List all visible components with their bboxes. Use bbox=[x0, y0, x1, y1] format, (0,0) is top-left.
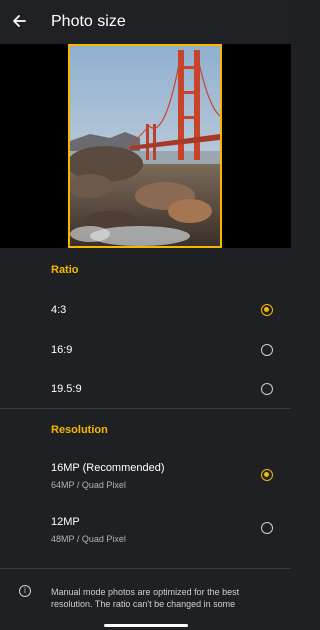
info-text: Manual mode photos are optimized for the… bbox=[51, 587, 240, 609]
radio-button[interactable] bbox=[261, 383, 273, 395]
info-icon: i bbox=[19, 585, 31, 597]
ratio-option-label: 16:9 bbox=[51, 344, 73, 356]
radio-button[interactable] bbox=[261, 522, 273, 534]
resolution-option-12mp[interactable]: 12MP 48MP / Quad Pixel bbox=[0, 508, 291, 548]
ratio-option-4-3[interactable]: 4:3 bbox=[0, 295, 291, 325]
section-divider bbox=[0, 568, 291, 569]
resolution-option-16mp[interactable]: 16MP (Recommended) 64MP / Quad Pixel bbox=[0, 455, 291, 495]
section-divider bbox=[0, 408, 291, 409]
ratio-option-16-9[interactable]: 16:9 bbox=[0, 335, 291, 365]
resolution-option-label: 16MP (Recommended) bbox=[51, 462, 165, 474]
ratio-section-title: Ratio bbox=[51, 264, 79, 276]
photo-preview bbox=[68, 44, 222, 248]
photo-preview-area bbox=[0, 44, 291, 248]
back-button[interactable] bbox=[8, 10, 30, 32]
arrow-left-icon bbox=[13, 15, 26, 27]
resolution-option-sublabel: 64MP / Quad Pixel bbox=[51, 480, 126, 490]
golden-gate-photo bbox=[70, 46, 220, 246]
ratio-option-19-5-9[interactable]: 19.5:9 bbox=[0, 374, 291, 404]
resolution-option-sublabel: 48MP / Quad Pixel bbox=[51, 534, 126, 544]
radio-button[interactable] bbox=[261, 344, 273, 356]
top-app-bar: Photo size bbox=[0, 0, 291, 44]
ratio-option-label: 19.5:9 bbox=[51, 383, 82, 395]
page-title: Photo size bbox=[51, 13, 126, 30]
resolution-section-title: Resolution bbox=[51, 424, 108, 436]
home-indicator bbox=[104, 624, 188, 627]
resolution-option-label: 12MP bbox=[51, 516, 80, 528]
radio-button-selected[interactable] bbox=[261, 469, 273, 481]
ratio-option-label: 4:3 bbox=[51, 304, 67, 316]
radio-button-selected[interactable] bbox=[261, 304, 273, 316]
